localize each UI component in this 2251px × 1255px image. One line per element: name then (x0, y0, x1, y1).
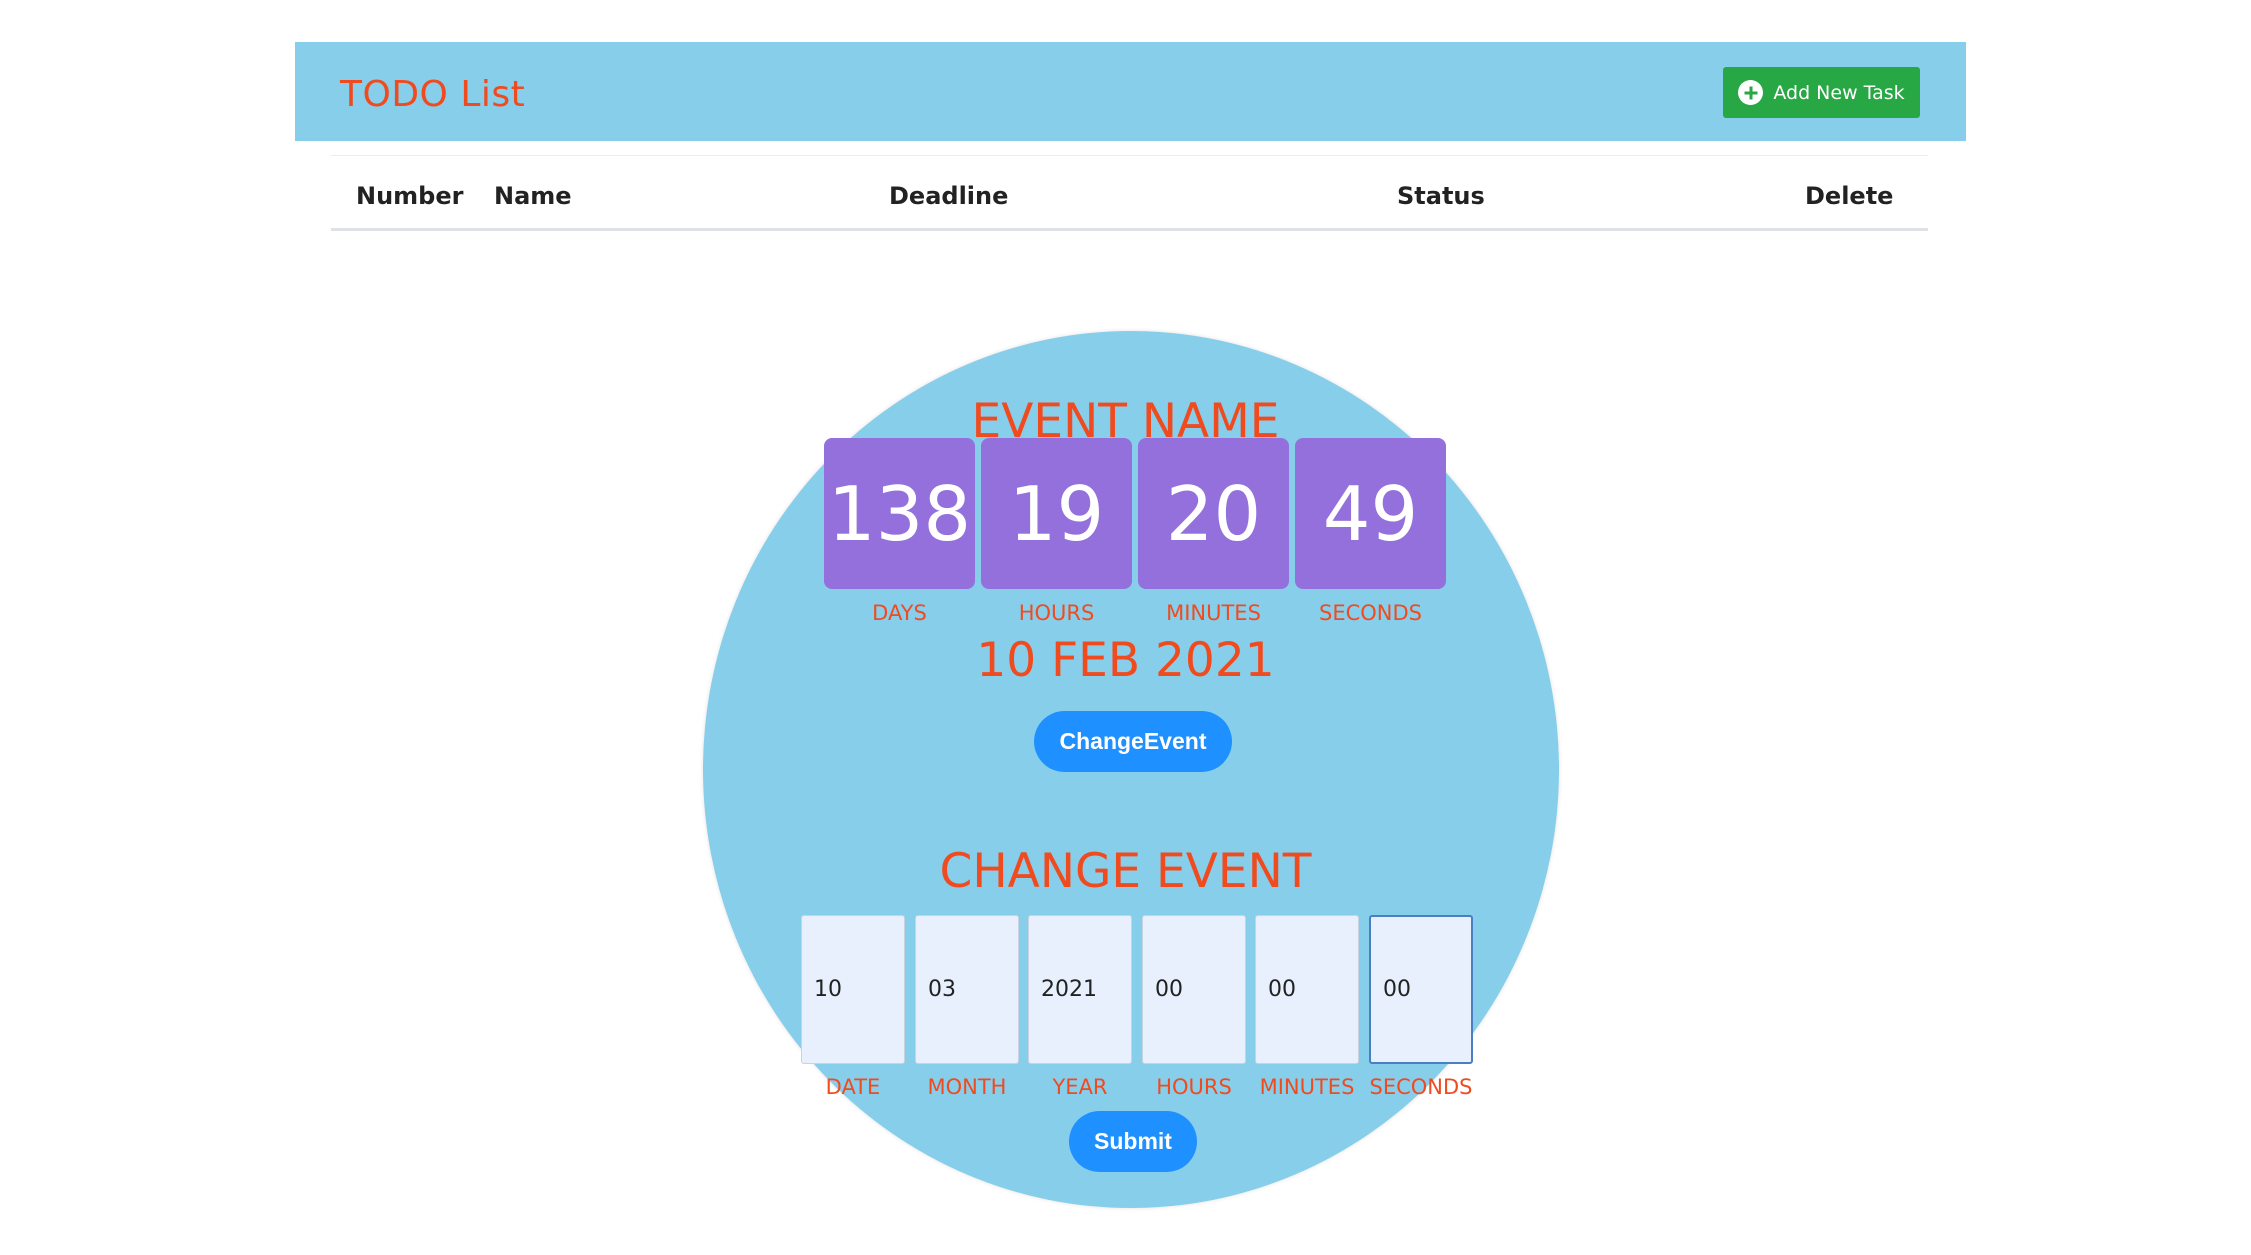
app-title: TODO List (340, 74, 526, 115)
minutes-input[interactable] (1255, 915, 1359, 1064)
date-input[interactable] (801, 915, 905, 1064)
seconds-label: SECONDS (1318, 601, 1422, 625)
month-field-label: MONTH (927, 1075, 1007, 1099)
column-header-number: Number (356, 182, 464, 210)
minutes-counter: 20 (1138, 438, 1289, 589)
days-counter: 138 (824, 438, 975, 589)
hours-label: HOURS (1018, 601, 1095, 625)
hours-counter: 19 (981, 438, 1132, 589)
year-input[interactable] (1028, 915, 1132, 1064)
year-field-label: YEAR (1052, 1075, 1108, 1099)
app-header: TODO List Add New Task (295, 42, 1966, 141)
seconds-counter: 49 (1295, 438, 1446, 589)
date-field-label: DATE (825, 1075, 881, 1099)
change-event-button[interactable]: ChangeEvent (1034, 711, 1232, 772)
column-header-deadline: Deadline (889, 182, 1009, 210)
add-new-task-button[interactable]: Add New Task (1723, 67, 1920, 118)
month-input[interactable] (915, 915, 1019, 1064)
event-date: 10 FEB 2021 (976, 633, 1275, 688)
add-new-task-label: Add New Task (1773, 81, 1905, 104)
hours-input[interactable] (1142, 915, 1246, 1064)
change-event-heading: CHANGE EVENT (939, 844, 1312, 899)
hours-field-label: HOURS (1156, 1075, 1232, 1099)
seconds-field-label: SECONDS (1369, 1075, 1473, 1099)
submit-button[interactable]: Submit (1069, 1111, 1197, 1172)
minutes-label: MINUTES (1166, 601, 1261, 625)
column-header-name: Name (494, 182, 572, 210)
todo-table: Number Name Deadline Status Delete (331, 155, 1928, 231)
plus-circle-icon (1738, 80, 1764, 105)
minutes-field-label: MINUTES (1259, 1075, 1355, 1099)
days-label: DAYS (872, 601, 927, 625)
column-header-delete: Delete (1805, 182, 1894, 210)
column-header-status: Status (1397, 182, 1485, 210)
seconds-input[interactable] (1369, 915, 1473, 1064)
